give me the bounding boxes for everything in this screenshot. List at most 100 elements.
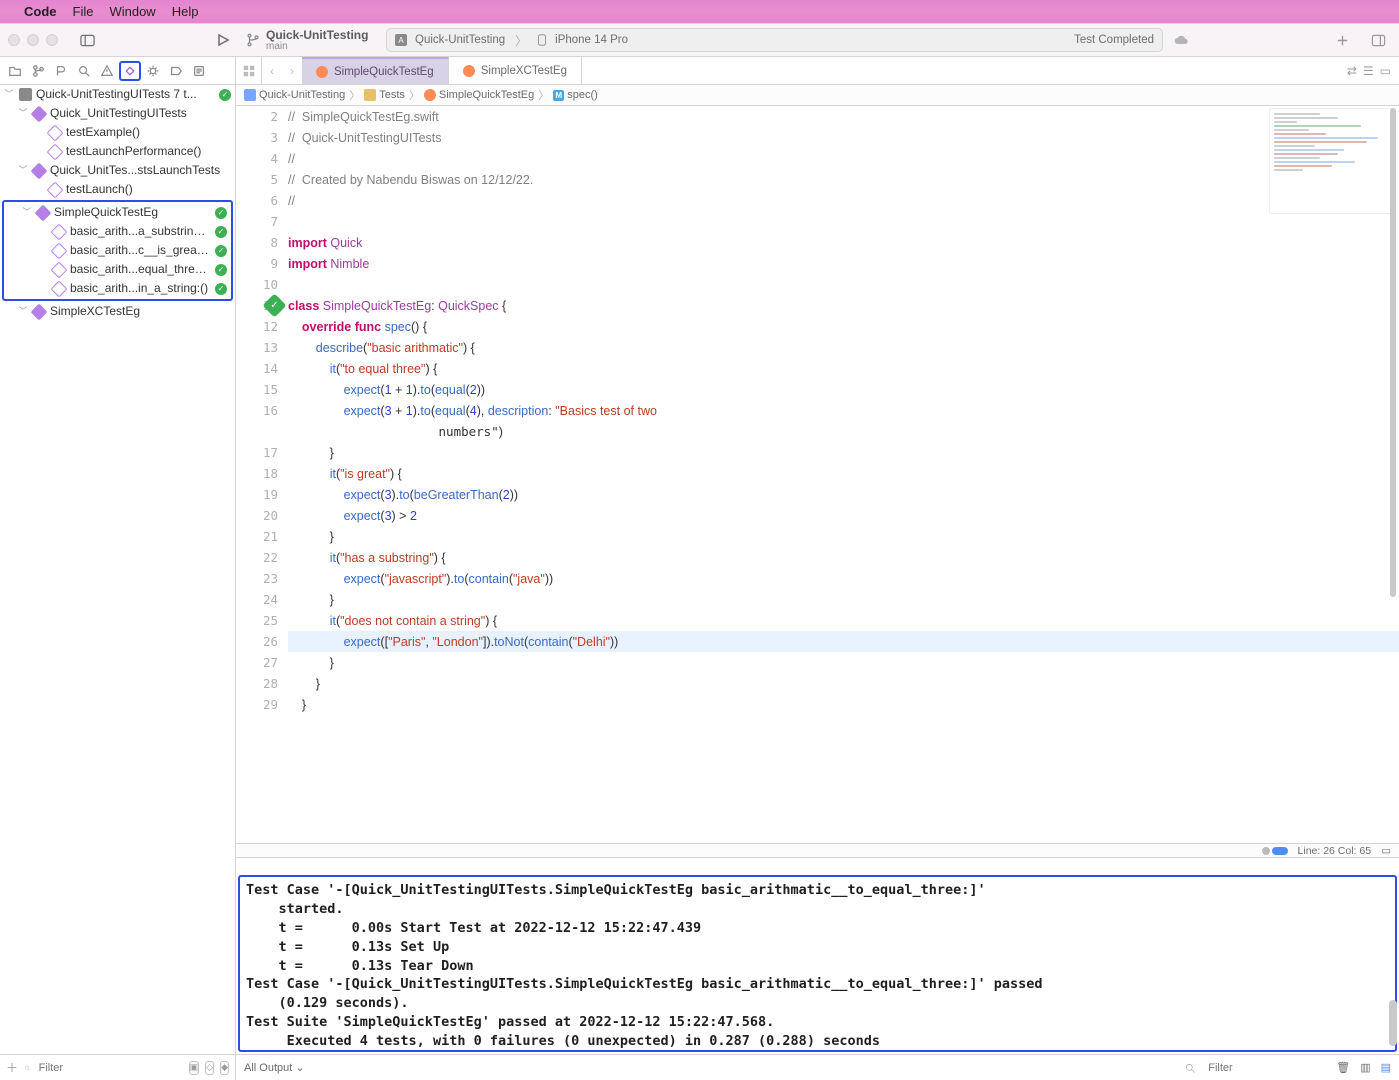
editor-tab-0[interactable]: SimpleQuickTestEg <box>302 57 449 84</box>
clear-console-button[interactable]: 🗑 <box>1336 1061 1350 1074</box>
file-history-icon[interactable]: ⇄ <box>1347 64 1357 78</box>
code-line[interactable]: numbers") <box>288 421 1399 442</box>
minimap[interactable] <box>1269 108 1395 214</box>
menu-help[interactable]: Help <box>172 4 199 19</box>
app-menu[interactable]: Code <box>24 4 57 19</box>
output-scope-selector[interactable]: All Output ⌄ <box>244 1061 305 1074</box>
editor-scrollbar[interactable] <box>1387 106 1399 858</box>
code-line[interactable] <box>288 211 1399 232</box>
console-output[interactable]: Test Case '-[Quick_UnitTestingUITests.Si… <box>238 875 1397 1052</box>
code-line[interactable]: expect(3).to(beGreaterThan(2)) <box>288 484 1399 505</box>
code-line[interactable]: // Quick-UnitTestingUITests <box>288 127 1399 148</box>
nav-tests-icon[interactable] <box>119 61 141 81</box>
app-icon: A <box>395 34 407 46</box>
jump-bar[interactable]: Quick-UnitTesting 〉 Tests 〉 SimpleQuickT… <box>236 85 1399 106</box>
scheme-selector[interactable]: Quick-UnitTesting main <box>246 28 376 52</box>
code-line[interactable]: import Nimble <box>288 253 1399 274</box>
filter-scope-3[interactable]: ◆ <box>220 1061 229 1075</box>
run-button[interactable] <box>210 29 236 51</box>
tree-group[interactable]: ﹀Quick_UnitTes...stsLaunchTests <box>0 161 235 180</box>
code-line[interactable]: it("to equal three") { <box>288 358 1399 379</box>
nav-forward-button[interactable]: › <box>282 57 302 84</box>
add-assistant-icon[interactable]: ▭ <box>1380 64 1391 78</box>
add-button[interactable]: ＋ <box>6 1059 18 1076</box>
filter-scope-1[interactable]: ▣ <box>189 1061 200 1075</box>
code-line[interactable]: describe("basic arithmatic") { <box>288 337 1399 358</box>
library-toggle-button[interactable] <box>1365 29 1391 51</box>
jumpbar-symbol[interactable]: spec() <box>567 89 598 101</box>
nav-reports-icon[interactable] <box>188 61 210 81</box>
activity-status-bar[interactable]: A Quick-UnitTesting 〉 iPhone 14 Pro Test… <box>386 28 1163 52</box>
code-line[interactable]: expect(["Paris", "London"]).toNot(contai… <box>288 631 1399 652</box>
tree-test[interactable]: basic_arith...in_a_string:()✓ <box>4 279 231 298</box>
code-line[interactable]: } <box>288 694 1399 715</box>
nav-symbols-icon[interactable] <box>50 61 72 81</box>
nav-breakpoints-icon[interactable] <box>165 61 187 81</box>
nav-find-icon[interactable] <box>73 61 95 81</box>
nav-back-button[interactable]: ‹ <box>262 57 282 84</box>
editor-tab-1[interactable]: SimpleXCTestEg <box>449 57 582 84</box>
window-traffic-lights <box>8 34 58 46</box>
run-test-gutter-icon[interactable] <box>262 293 286 317</box>
window-minimize-button[interactable] <box>27 34 39 46</box>
code-line[interactable]: // SimpleQuickTestEg.swift <box>288 106 1399 127</box>
filter-scope-2[interactable]: ◇ <box>205 1061 214 1075</box>
code-line[interactable]: } <box>288 673 1399 694</box>
tree-test[interactable]: testLaunch() <box>0 180 235 199</box>
code-line[interactable]: it("does not contain a string") { <box>288 610 1399 631</box>
console-view-toggle[interactable]: ▤ <box>1381 1061 1391 1074</box>
add-editor-button[interactable] <box>1329 29 1355 51</box>
tree-test[interactable]: testLaunchPerformance() <box>0 142 235 161</box>
macos-menubar: Code File Window Help <box>0 0 1399 23</box>
tree-test[interactable]: basic_arith...a_substring:()✓ <box>4 222 231 241</box>
code-line[interactable]: } <box>288 589 1399 610</box>
window-close-button[interactable] <box>8 34 20 46</box>
code-line[interactable]: override func spec() { <box>288 316 1399 337</box>
code-line[interactable]: expect("javascript").to(contain("java")) <box>288 568 1399 589</box>
tree-group[interactable]: ﹀Quick_UnitTestingUITests <box>0 104 235 123</box>
tree-group[interactable]: ﹀SimpleXCTestEg <box>0 302 235 321</box>
tree-group[interactable]: ﹀SimpleQuickTestEg✓ <box>4 203 231 222</box>
variables-view-toggle[interactable]: ▥ <box>1360 1061 1370 1074</box>
assistant-layout-icon[interactable]: ▭ <box>1381 845 1391 857</box>
code-line[interactable]: it("has a substring") { <box>288 547 1399 568</box>
sidebar-toggle-button[interactable] <box>74 29 100 51</box>
window-titlebar: Quick-UnitTesting main A Quick-UnitTesti… <box>0 23 1399 57</box>
menu-file[interactable]: File <box>73 4 94 19</box>
menu-window[interactable]: Window <box>109 4 155 19</box>
tree-root[interactable]: ﹀Quick-UnitTestingUITests 7 t...✓ <box>0 85 235 104</box>
code-line[interactable]: it("is great") { <box>288 463 1399 484</box>
cloud-icon[interactable] <box>1173 32 1189 48</box>
code-line[interactable]: import Quick <box>288 232 1399 253</box>
nav-issues-icon[interactable] <box>96 61 118 81</box>
code-line[interactable]: } <box>288 652 1399 673</box>
code-line[interactable]: // <box>288 148 1399 169</box>
code-line[interactable]: } <box>288 526 1399 547</box>
code-line[interactable]: expect(3 + 1).to(equal(4), description: … <box>288 400 1399 421</box>
jumpbar-file[interactable]: SimpleQuickTestEg <box>439 89 534 101</box>
nav-debug-icon[interactable] <box>142 61 164 81</box>
code-line[interactable]: class SimpleQuickTestEg: QuickSpec { <box>288 295 1399 316</box>
jumpbar-project[interactable]: Quick-UnitTesting <box>259 89 345 101</box>
tree-test[interactable]: basic_arith...equal_three:()✓ <box>4 260 231 279</box>
code-line[interactable] <box>288 274 1399 295</box>
jumpbar-folder[interactable]: Tests <box>379 89 405 101</box>
console-filter-input[interactable] <box>1206 1061 1326 1075</box>
code-line[interactable]: // Created by Nabendu Biswas on 12/12/22… <box>288 169 1399 190</box>
code-line[interactable]: } <box>288 442 1399 463</box>
navigator-filter-input[interactable] <box>37 1059 183 1077</box>
code-line[interactable]: // <box>288 190 1399 211</box>
window-zoom-button[interactable] <box>46 34 58 46</box>
code-line[interactable]: expect(1 + 1).to(equal(2)) <box>288 379 1399 400</box>
tree-test[interactable]: basic_arith...c__is_great:()✓ <box>4 241 231 260</box>
code-view[interactable]: 2// SimpleQuickTestEg.swift3// Quick-Uni… <box>236 106 1399 858</box>
console-scrollbar[interactable] <box>1389 877 1397 1050</box>
nav-project-icon[interactable] <box>4 61 26 81</box>
status-device: iPhone 14 Pro <box>555 34 628 46</box>
tree-test[interactable]: testExample() <box>0 123 235 142</box>
debug-console: Test Case '-[Quick_UnitTestingUITests.Si… <box>236 873 1399 1054</box>
code-line[interactable]: expect(3) > 2 <box>288 505 1399 526</box>
related-items-button[interactable] <box>236 57 262 84</box>
adjust-editor-options-icon[interactable]: ☰ <box>1363 64 1374 78</box>
nav-source-control-icon[interactable] <box>27 61 49 81</box>
